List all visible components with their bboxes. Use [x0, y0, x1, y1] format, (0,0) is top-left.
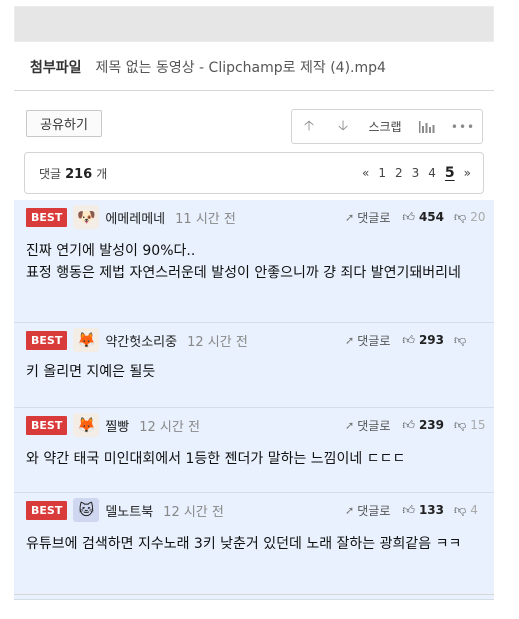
- thumbs-down-icon: 👎︎: [454, 332, 467, 347]
- comment-time: 12 시간 전: [163, 504, 224, 520]
- bottom-divider: [14, 594, 494, 595]
- comment-text: 진짜 연기에 발성이 90%다.. 표정 행동은 제법 자연스러운데 발성이 안…: [26, 243, 461, 281]
- reply-button[interactable]: ➚ 댓글로: [345, 417, 390, 434]
- prev-page-button[interactable]: «: [362, 166, 369, 180]
- reply-arrow-icon: ➚: [345, 418, 355, 432]
- comment-count: 댓글 216 개: [39, 165, 107, 182]
- avatar[interactable]: 🦊: [73, 328, 100, 352]
- dislike-button[interactable]: 👎︎ 15: [454, 418, 494, 433]
- attachment-row: 첨부파일 제목 없는 동영상 - Clipchamp로 제작 (4).mp4: [30, 57, 386, 77]
- best-badge: BEST: [26, 415, 68, 435]
- thumbs-down-icon: 👎︎: [454, 417, 467, 432]
- avatar[interactable]: 🦊: [73, 413, 100, 437]
- like-button[interactable]: 👍︎ 293: [402, 333, 444, 348]
- reply-arrow-icon: ➚: [345, 333, 355, 347]
- like-count: 239: [418, 418, 444, 432]
- post-actions: 🡡 🡣 스크랩 •••: [291, 109, 483, 144]
- comment-pager: 댓글 216 개 « 1 2 3 4 5 »: [24, 152, 484, 194]
- comment-nickname[interactable]: 에메레메네: [105, 208, 165, 227]
- comment-count-suffix: 개: [96, 166, 108, 181]
- best-badge: BEST: [26, 207, 68, 227]
- comment-nickname[interactable]: 약간헛소리중: [105, 331, 177, 350]
- comment-nickname[interactable]: 찔빵: [105, 416, 129, 435]
- page-link[interactable]: 4: [428, 166, 436, 180]
- more-dots-icon[interactable]: •••: [444, 110, 482, 143]
- reply-label: 댓글로: [357, 503, 391, 518]
- thumbs-up-icon: 👍︎: [402, 502, 415, 517]
- thumbs-up-icon: 👍︎: [402, 332, 415, 347]
- like-count: 293: [418, 333, 444, 347]
- comment-text: 유튜브에 검색하면 지수노래 3키 낮춘거 있던데 노래 잘하는 광희같음 ㅋㅋ: [26, 536, 462, 552]
- current-page[interactable]: 5: [445, 165, 455, 181]
- scrap-button[interactable]: 스크랩: [360, 110, 410, 143]
- thumbs-up-icon: 👍︎: [402, 209, 415, 224]
- comment-text: 키 올리면 지예은 될듯: [26, 364, 156, 380]
- thumbs-up-icon: 👍︎: [402, 417, 415, 432]
- thumbs-down-icon: 👎︎: [454, 502, 467, 517]
- avatar[interactable]: 🐱: [73, 498, 100, 522]
- comment-text: 와 약간 태국 미인대회에서 1등한 젠더가 말하는 느낌이네 ㄷㄷㄷ: [26, 451, 406, 467]
- dislike-button[interactable]: 👎︎: [454, 333, 494, 348]
- reply-button[interactable]: ➚ 댓글로: [345, 209, 390, 226]
- arrow-up-icon[interactable]: 🡡: [292, 110, 326, 143]
- comment-item: BEST 🐱 델노트북 12 시간 전 ➚ 댓글로 👍︎ 133 👎︎ 4 유튜브에 …: [14, 493, 494, 600]
- bar-chart-icon[interactable]: [410, 110, 444, 143]
- divider: [14, 90, 494, 91]
- arrow-down-icon[interactable]: 🡣: [326, 110, 360, 143]
- comment-item: BEST 🦊 약간헛소리중 12 시간 전 ➚ 댓글로 👍︎ 293 👎︎ 키 올리…: [14, 323, 494, 408]
- comment-time: 12 시간 전: [139, 419, 200, 435]
- comment-count-value: 216: [65, 166, 93, 182]
- reply-label: 댓글로: [357, 210, 391, 225]
- like-button[interactable]: 👍︎ 133: [402, 503, 444, 518]
- pagination: « 1 2 3 4 5 »: [362, 165, 471, 181]
- comment-count-prefix: 댓글: [39, 166, 62, 181]
- comment-time: 11 시간 전: [175, 211, 236, 227]
- reply-arrow-icon: ➚: [345, 503, 355, 517]
- best-badge: BEST: [26, 330, 68, 350]
- comment-item: BEST 🦊 찔빵 12 시간 전 ➚ 댓글로 👍︎ 239 👎︎ 15 와 약간 태…: [14, 408, 494, 493]
- reply-button[interactable]: ➚ 댓글로: [345, 332, 390, 349]
- dislike-count: 20: [470, 210, 486, 224]
- avatar[interactable]: 🐶: [73, 205, 100, 229]
- reply-arrow-icon: ➚: [345, 210, 355, 224]
- best-badge: BEST: [26, 500, 68, 520]
- share-button[interactable]: 공유하기: [26, 110, 102, 137]
- dislike-count: 15: [470, 418, 486, 432]
- top-bar: [14, 6, 494, 42]
- like-button[interactable]: 👍︎ 454: [402, 210, 444, 225]
- attachment-filename[interactable]: 제목 없는 동영상 - Clipchamp로 제작 (4).mp4: [96, 57, 386, 77]
- best-comments: BEST 🐶 에메레메네 11 시간 전 ➚ 댓글로 👍︎ 454 👎︎ 20 진짜 …: [14, 200, 494, 600]
- reply-label: 댓글로: [357, 418, 391, 433]
- reply-button[interactable]: ➚ 댓글로: [345, 502, 390, 519]
- page-link[interactable]: 1: [378, 166, 386, 180]
- like-count: 454: [418, 210, 444, 224]
- attachment-label: 첨부파일: [30, 60, 82, 76]
- comment-nickname[interactable]: 델노트북: [105, 501, 153, 520]
- like-count: 133: [418, 503, 444, 517]
- page-link[interactable]: 2: [395, 166, 403, 180]
- page-link[interactable]: 3: [412, 166, 420, 180]
- thumbs-down-icon: 👎︎: [454, 209, 467, 224]
- next-page-button[interactable]: »: [464, 166, 471, 180]
- dislike-button[interactable]: 👎︎ 4: [454, 503, 494, 518]
- comment-item: BEST 🐶 에메레메네 11 시간 전 ➚ 댓글로 👍︎ 454 👎︎ 20 진짜 …: [14, 200, 494, 323]
- reply-label: 댓글로: [357, 333, 391, 348]
- dislike-count: 4: [470, 503, 478, 517]
- dislike-button[interactable]: 👎︎ 20: [454, 210, 494, 225]
- comment-time: 12 시간 전: [187, 334, 248, 350]
- like-button[interactable]: 👍︎ 239: [402, 418, 444, 433]
